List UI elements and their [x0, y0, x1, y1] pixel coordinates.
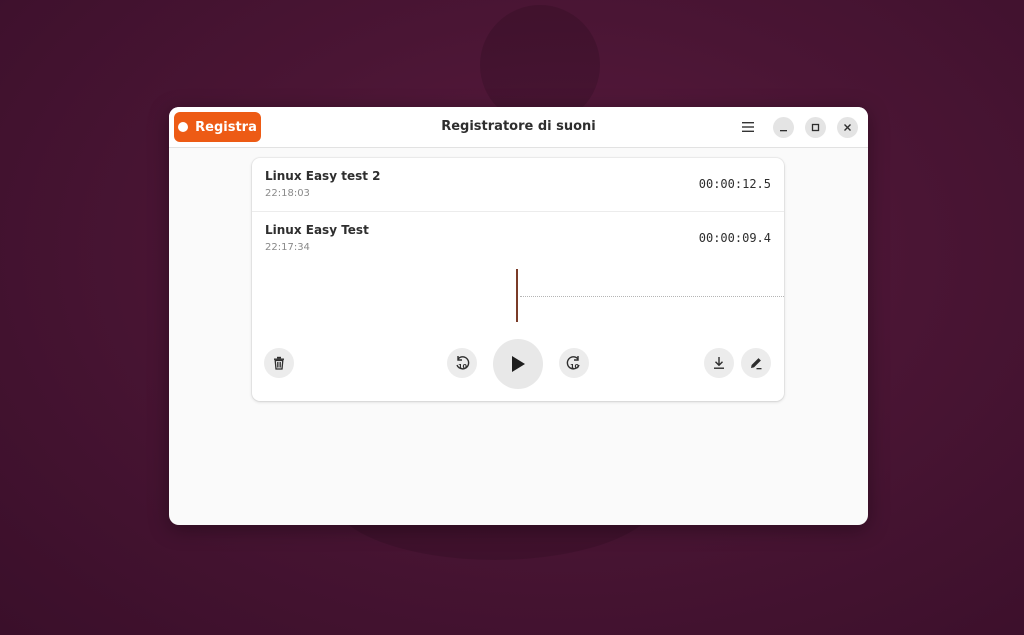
maximize-icon — [811, 123, 820, 132]
header-bar: Registra Registratore di suoni — [169, 107, 868, 148]
minimize-button[interactable] — [773, 117, 794, 138]
waveform[interactable] — [252, 266, 784, 326]
recording-name: Linux Easy test 2 — [265, 169, 381, 183]
list-item[interactable]: Linux Easy Test 22:17:34 00:00:09.4 — [252, 212, 784, 266]
svg-text:10: 10 — [570, 363, 580, 371]
list-item[interactable]: Linux Easy test 2 22:18:03 00:00:12.5 — [252, 158, 784, 212]
app-window: Registra Registratore di suoni Linux Eas… — [169, 107, 868, 525]
recording-time: 22:17:34 — [265, 242, 310, 253]
rename-button[interactable] — [741, 348, 771, 378]
recording-time: 22:18:03 — [265, 188, 310, 199]
recording-duration: 00:00:09.4 — [698, 231, 771, 245]
export-button[interactable] — [704, 348, 734, 378]
close-button[interactable] — [837, 117, 858, 138]
svg-text:10: 10 — [458, 363, 468, 371]
play-button[interactable] — [493, 339, 543, 389]
seek-forward-10-icon: 10 — [566, 356, 580, 371]
window-title: Registratore di suoni — [441, 119, 596, 134]
play-icon — [512, 356, 525, 372]
seek-back-button[interactable]: 10 — [447, 348, 477, 378]
recordings-list: Linux Easy test 2 22:18:03 00:00:12.5 Li… — [252, 158, 784, 401]
close-icon — [844, 124, 851, 131]
minimize-icon — [780, 130, 787, 132]
maximize-button[interactable] — [805, 117, 826, 138]
recording-duration: 00:00:12.5 — [698, 177, 771, 191]
waveform-baseline — [520, 296, 784, 297]
seek-forward-button[interactable]: 10 — [559, 348, 589, 378]
trash-icon — [274, 356, 284, 370]
seek-back-10-icon: 10 — [456, 356, 470, 371]
playhead[interactable] — [516, 269, 518, 322]
hamburger-menu-icon[interactable] — [738, 117, 758, 137]
delete-button[interactable] — [264, 348, 294, 378]
download-icon — [714, 357, 724, 369]
recording-name: Linux Easy Test — [265, 223, 369, 237]
edit-icon — [751, 358, 762, 370]
